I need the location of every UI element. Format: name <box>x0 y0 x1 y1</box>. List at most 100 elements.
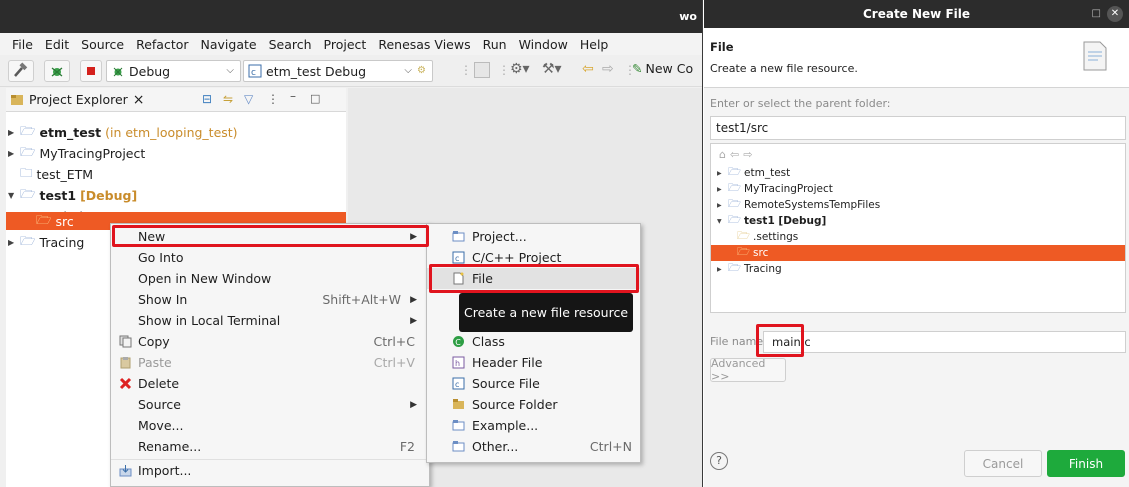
tree-item-label: MyTracingProject <box>39 145 146 161</box>
file-name-label: File name: <box>710 335 767 348</box>
chevron-right-icon[interactable]: ▶ <box>717 202 725 209</box>
menu-item-label: New <box>138 229 166 244</box>
maximize-icon[interactable]: □ <box>310 92 320 105</box>
folder-tree-label: MyTracingProject <box>744 183 833 195</box>
menu-bar: File Edit Source Refactor Navigate Searc… <box>0 33 702 55</box>
launch-config-combo[interactable]: c etm_test Debug ⌵ ⚙ <box>243 60 433 82</box>
close-icon[interactable]: ✕ <box>1107 6 1123 22</box>
link-editor-icon[interactable]: ⇋ <box>223 92 233 106</box>
close-icon[interactable]: × <box>133 92 145 108</box>
save-icon[interactable] <box>474 62 490 78</box>
submenu-item-class[interactable]: C Class <box>427 331 640 352</box>
source-folder-icon <box>453 399 464 409</box>
maximize-icon[interactable]: □ <box>1092 0 1101 28</box>
menu-item-show-local-terminal[interactable]: Show in Local Terminal ▶ <box>111 310 429 331</box>
tree-item-test-etm[interactable]: 🗀 test_ETM <box>20 164 93 184</box>
chevron-right-icon[interactable]: ▶ <box>8 238 16 247</box>
menu-search[interactable]: Search <box>269 37 312 52</box>
chevron-right-icon[interactable]: ▶ <box>8 128 16 137</box>
menu-edit[interactable]: Edit <box>45 37 69 52</box>
menu-item-source[interactable]: Source ▶ <box>111 394 429 415</box>
chevron-right-icon[interactable]: ▶ <box>717 170 725 177</box>
submenu-item-cpp-project[interactable]: c C/C++ Project <box>427 247 640 268</box>
menu-run[interactable]: Run <box>483 37 507 52</box>
bug-icon <box>113 67 123 77</box>
chevron-down-icon[interactable]: ▼ <box>717 218 725 225</box>
folder-tree-label: test1 [Debug] <box>744 215 827 227</box>
menu-item-import[interactable]: Import... <box>111 459 429 480</box>
menu-navigate[interactable]: Navigate <box>201 37 257 52</box>
submenu-item-source-file[interactable]: c Source File <box>427 373 640 394</box>
tree-item-test1[interactable]: ▼ 🗁 test1 [Debug] <box>8 185 137 205</box>
folder-tree-item-test1[interactable]: ▼ 🗁 test1 [Debug] <box>717 213 1129 229</box>
file-name-input[interactable]: main.c <box>763 331 1126 353</box>
tree-item-mytracingproject[interactable]: ▶ 🗁 MyTracingProject <box>8 143 145 163</box>
chevron-down-icon[interactable]: ▼ <box>8 191 16 200</box>
chevron-right-icon[interactable]: ▶ <box>8 149 16 158</box>
submenu-item-file[interactable]: File <box>427 268 640 289</box>
class-icon: C <box>453 336 464 347</box>
submenu-item-header-file[interactable]: h Header File <box>427 352 640 373</box>
debug-build-button[interactable] <box>44 60 70 82</box>
filter-icon[interactable]: ▽ <box>244 92 253 106</box>
chevron-right-icon[interactable]: ▶ <box>717 186 725 193</box>
folder-tree-item-etm-test[interactable]: ▶ 🗁 etm_test <box>717 165 1129 181</box>
build-config-combo[interactable]: Debug ⌵ <box>106 60 241 82</box>
menu-project[interactable]: Project <box>324 37 367 52</box>
cancel-button[interactable]: Cancel <box>964 450 1042 477</box>
submenu-item-source-folder[interactable]: Source Folder <box>427 394 640 415</box>
tree-item-tracing[interactable]: ▶ 🗁 Tracing <box>8 232 84 252</box>
menu-refactor[interactable]: Refactor <box>136 37 188 52</box>
menu-item-show-in[interactable]: Show In Shift+Alt+W ▶ <box>111 289 429 310</box>
view-menu-icon[interactable]: ⋮ <box>267 92 279 106</box>
menu-item-paste[interactable]: Paste Ctrl+V <box>111 352 429 373</box>
menu-renesas-views[interactable]: Renesas Views <box>378 37 470 52</box>
menu-window[interactable]: Window <box>519 37 568 52</box>
menu-item-copy[interactable]: Copy Ctrl+C <box>111 331 429 352</box>
folder-tree-label: etm_test <box>744 167 791 179</box>
menu-item-rename[interactable]: Rename... F2 <box>111 436 429 457</box>
folder-tree-item-mytracingproject[interactable]: ▶ 🗁 MyTracingProject <box>717 181 1129 197</box>
project-explorer-tab[interactable]: Project Explorer × ⊟ ⇋ ▽ ⋮ – □ <box>6 88 346 112</box>
folder-tree-item-src[interactable]: 🗁 src <box>711 245 1125 261</box>
parent-folder-input[interactable]: test1/src <box>710 116 1126 140</box>
new-connection-button[interactable]: ✎ New Co <box>632 61 693 76</box>
debug-launch-icon[interactable]: ⚙▾ <box>510 61 530 77</box>
chevron-right-icon[interactable]: ▶ <box>717 266 725 273</box>
folder-tree-item-remotesystemstempfiles[interactable]: ▶ 🗁 RemoteSystemsTempFiles <box>717 197 1129 213</box>
menu-item-open-new-window[interactable]: Open in New Window <box>111 268 429 289</box>
menu-item-new[interactable]: New ▶ <box>111 226 429 247</box>
new-file-wizard-icon <box>1083 41 1107 71</box>
menu-item-move[interactable]: Move... <box>111 415 429 436</box>
folder-tree-label: Tracing <box>744 263 782 275</box>
folder-tree-item-tracing[interactable]: ▶ 🗁 Tracing <box>717 261 1129 277</box>
folder-tree-item-settings[interactable]: 🗁 .settings <box>737 229 1129 245</box>
menu-file[interactable]: File <box>12 37 33 52</box>
menu-item-go-into[interactable]: Go Into <box>111 247 429 268</box>
collapse-all-icon[interactable]: ⊟ <box>202 92 212 106</box>
submenu-arrow-icon: ▶ <box>410 399 417 410</box>
menu-item-label: Delete <box>138 376 180 391</box>
stop-button[interactable] <box>80 60 102 82</box>
external-tools-icon[interactable]: ⚒▾ <box>542 61 562 77</box>
help-icon[interactable]: ? <box>710 452 728 470</box>
submenu-item-example[interactable]: Example... <box>427 415 640 436</box>
menu-source[interactable]: Source <box>81 37 124 52</box>
submenu-item-project[interactable]: Project... <box>427 226 640 247</box>
minimize-icon[interactable]: – <box>290 89 296 103</box>
project-folder-icon: 🗁 <box>20 122 36 138</box>
menu-help[interactable]: Help <box>580 37 609 52</box>
advanced-button[interactable]: Advanced >> <box>710 357 786 383</box>
project-explorer-title: Project Explorer <box>29 92 128 107</box>
menu-item-label: Show In <box>138 292 188 307</box>
back-nav-icon[interactable]: ⇨ <box>602 61 614 77</box>
finish-button[interactable]: Finish <box>1047 450 1125 477</box>
hammer-build-button[interactable] <box>8 60 34 82</box>
tree-item-etm-test[interactable]: ▶ 🗁 etm_test (in etm_looping_test) <box>8 122 238 142</box>
gear-icon[interactable]: ⚙ <box>417 65 426 76</box>
main-toolbar: Debug ⌵ c etm_test Debug ⌵ ⚙ ⋮ ⋮ ⚙▾ ⚒▾ ⇦… <box>0 55 702 87</box>
menu-item-delete[interactable]: Delete <box>111 373 429 394</box>
submenu-item-other[interactable]: Other... Ctrl+N <box>427 436 640 457</box>
dialog-header-desc: Create a new file resource. <box>710 62 858 75</box>
forward-nav-icon[interactable]: ⇦ <box>582 61 594 77</box>
